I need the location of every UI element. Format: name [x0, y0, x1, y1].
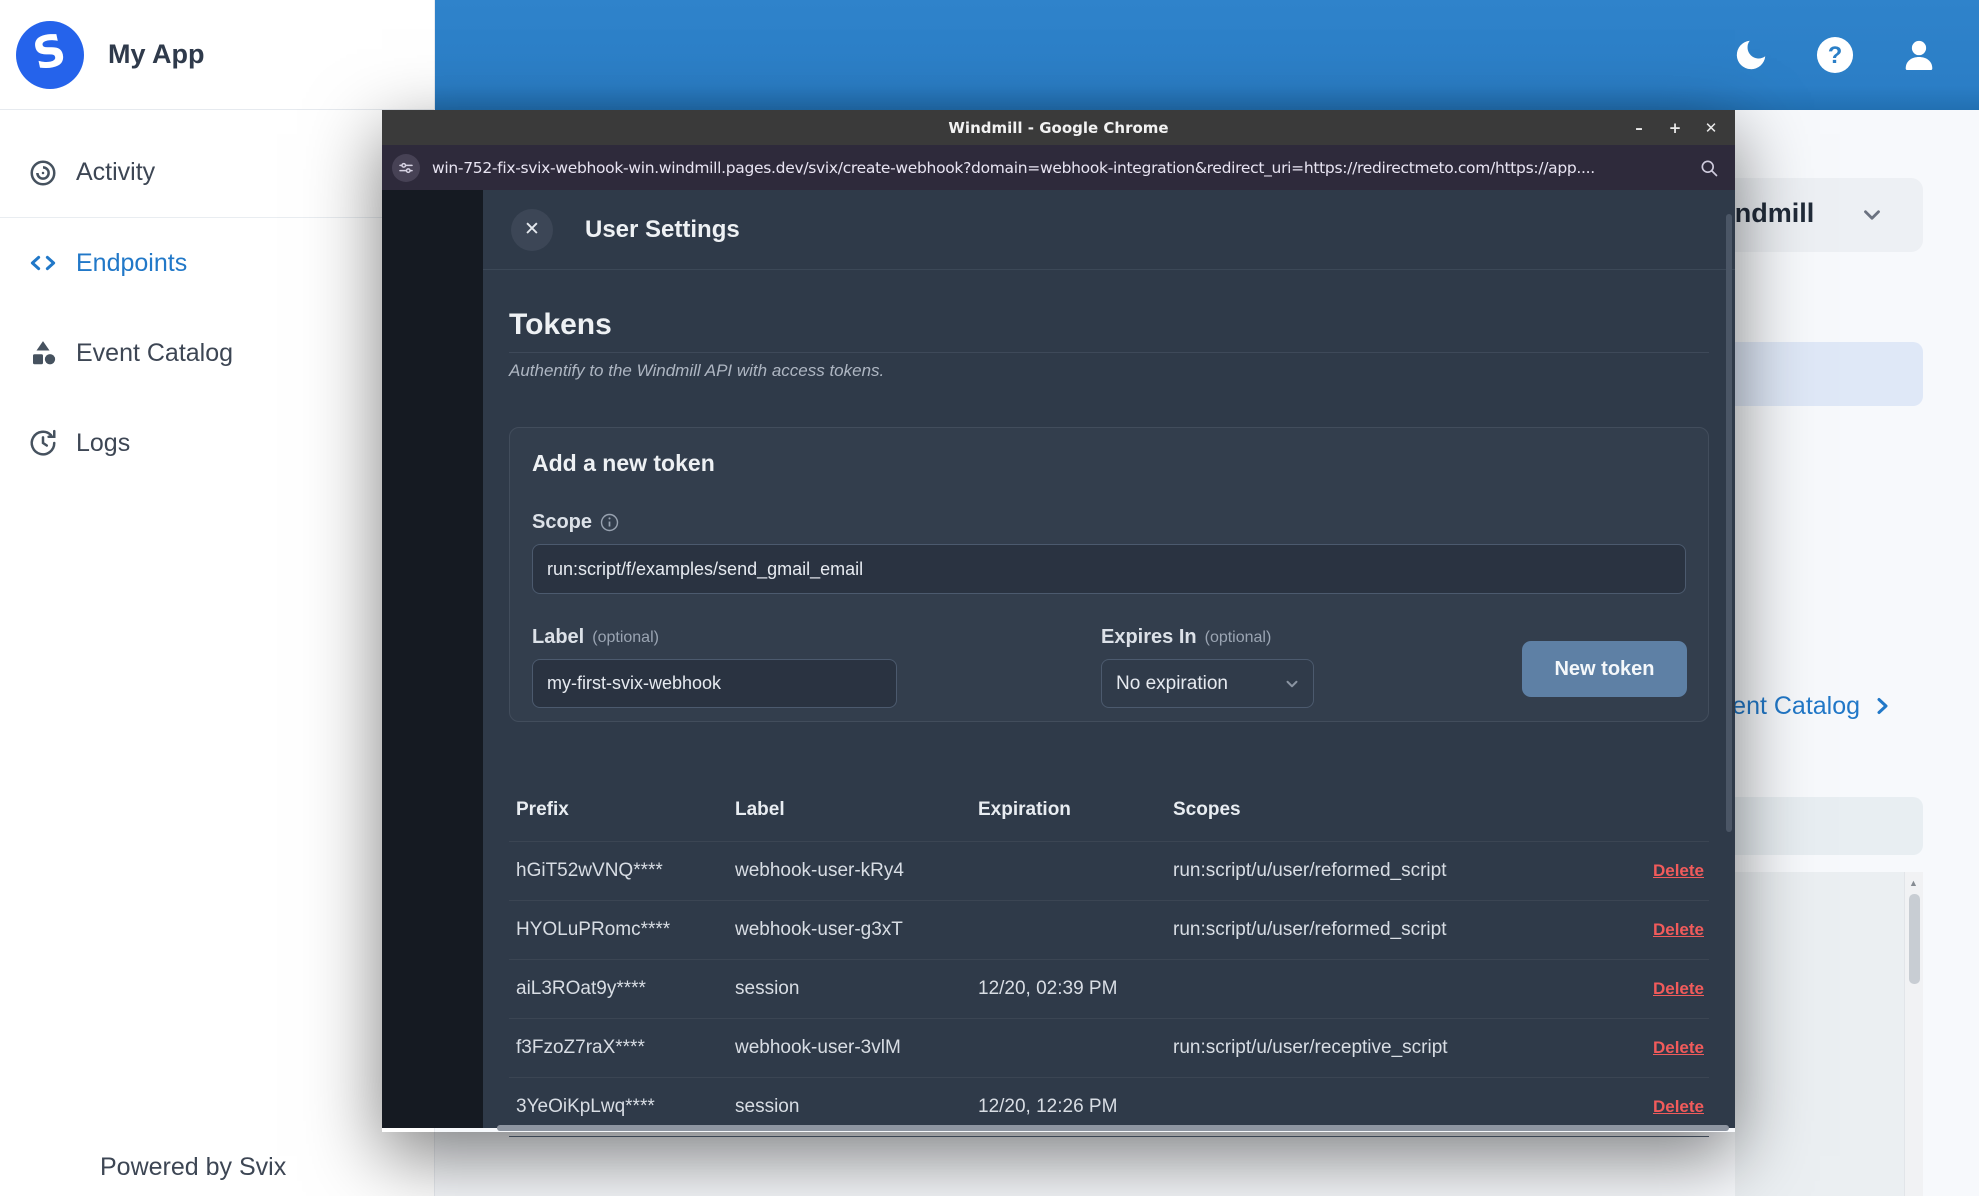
sidebar-item-label: Logs [76, 428, 131, 457]
table-row: hGiT52wVNQ**** webhook-user-kRy4 run:scr… [509, 842, 1709, 901]
token-scopes: run:script/u/user/receptive_script [1173, 1037, 1448, 1058]
delete-token-link[interactable]: Delete [1653, 920, 1704, 940]
minimize-button[interactable]: – [1631, 119, 1647, 137]
label-label: Label (optional) [532, 626, 659, 648]
col-header-scopes: Scopes [1173, 799, 1241, 820]
window-titlebar[interactable]: Windmill - Google Chrome – + ✕ [382, 110, 1735, 145]
window-content: ✕ User Settings Tokens Authentify to the… [382, 190, 1735, 1137]
scrollbar-up-arrow-icon[interactable]: ▲ [1909, 878, 1918, 888]
tokens-heading: Tokens [509, 308, 1709, 353]
activity-icon [30, 160, 56, 185]
token-prefix: HYOLuPRomc**** [516, 919, 671, 940]
tokens-table: Prefix Label Expiration Scopes hGiT52wVN… [509, 779, 1709, 1137]
page-behind-modal [382, 190, 483, 1128]
maximize-button[interactable]: + [1667, 119, 1683, 137]
token-prefix: hGiT52wVNQ**** [516, 860, 663, 881]
sidebar-item-endpoints[interactable]: Endpoints [0, 218, 434, 308]
expires-optional: (optional) [1204, 628, 1272, 646]
sidebar-header: S My App [0, 0, 434, 110]
scrollbar-thumb[interactable] [1909, 894, 1920, 984]
scope-label: Scope [532, 511, 1686, 534]
expires-in-value: No expiration [1116, 672, 1228, 694]
table-row: HYOLuPRomc**** webhook-user-g3xT run:scr… [509, 901, 1709, 960]
close-window-button[interactable]: ✕ [1703, 119, 1719, 137]
sidebar-item-label: Activity [76, 158, 156, 186]
delete-token-link[interactable]: Delete [1653, 861, 1704, 881]
close-icon: ✕ [524, 219, 540, 240]
table-row: f3FzoZ7raX**** webhook-user-3vlM run:scr… [509, 1019, 1709, 1078]
add-token-panel: Add a new token Scope Label [509, 427, 1709, 722]
site-settings-icon[interactable] [392, 153, 420, 182]
info-icon[interactable] [600, 513, 619, 532]
close-modal-button[interactable]: ✕ [511, 208, 553, 251]
token-label: session [735, 978, 800, 999]
token-label: session [735, 1096, 800, 1117]
new-token-button[interactable]: New token [1522, 641, 1687, 697]
label-optional: (optional) [592, 628, 659, 646]
token-label: webhook-user-3vlM [735, 1037, 901, 1058]
chrome-window: Windmill - Google Chrome – + ✕ win-752-f… [382, 110, 1735, 1137]
chevron-right-icon [1877, 698, 1888, 714]
chevron-down-icon [1859, 202, 1885, 228]
url-text[interactable]: win-752-fix-svix-webhook-win.windmill.pa… [432, 159, 1687, 177]
svg-text:?: ? [1828, 42, 1843, 69]
help-icon[interactable]: ? [1815, 35, 1855, 75]
token-expiration: 12/20, 12:26 PM [978, 1096, 1118, 1117]
token-label: webhook-user-kRy4 [735, 860, 904, 881]
user-settings-modal: ✕ User Settings Tokens Authentify to the… [483, 190, 1735, 1137]
endpoints-icon [30, 255, 56, 271]
tokens-subtitle: Authentify to the Windmill API with acce… [509, 361, 885, 380]
sidebar-nav: Activity Endpoints Event Catalog Logs [0, 128, 434, 488]
app-sidebar: S My App Activity Endpoints Event Catalo… [0, 0, 435, 1196]
url-bar[interactable]: win-752-fix-svix-webhook-win.windmill.pa… [382, 145, 1735, 190]
expires-in-label: Expires In (optional) [1101, 626, 1272, 648]
zoom-search-icon[interactable] [1699, 158, 1719, 178]
add-token-heading: Add a new token [532, 450, 715, 476]
dark-mode-moon-icon[interactable] [1731, 35, 1771, 75]
token-prefix: 3YeOiKpLwq**** [516, 1096, 655, 1117]
table-header-row: Prefix Label Expiration Scopes [509, 779, 1709, 842]
col-header-expiration: Expiration [978, 799, 1071, 820]
token-expiration: 12/20, 02:39 PM [978, 978, 1118, 999]
scope-input[interactable] [532, 544, 1686, 594]
token-scopes: run:script/u/user/reformed_script [1173, 860, 1447, 881]
table-row: aiL3ROat9y**** session 12/20, 02:39 PM D… [509, 960, 1709, 1019]
sidebar-item-label: Event Catalog [76, 338, 234, 367]
col-header-prefix: Prefix [516, 799, 569, 820]
svix-logo: S [16, 20, 84, 89]
powered-by-svix: Powered by Svix [100, 1153, 287, 1181]
modal-header: ✕ User Settings [483, 190, 1735, 270]
window-controls: – + ✕ [1631, 110, 1719, 145]
delete-token-link[interactable]: Delete [1653, 979, 1704, 999]
expires-in-select[interactable]: No expiration [1101, 659, 1314, 708]
token-prefix: aiL3ROat9y**** [516, 978, 646, 999]
app-topbar: ? [435, 0, 1979, 110]
delete-token-link[interactable]: Delete [1653, 1038, 1704, 1058]
screen: ? Windmill Event Catalog ▲ S My App Acti… [0, 0, 1979, 1196]
modal-body: Tokens Authentify to the Windmill API wi… [483, 270, 1735, 1137]
logs-icon [30, 429, 56, 456]
window-horizontal-scrollbar[interactable] [497, 1125, 1729, 1131]
sidebar-item-event-catalog[interactable]: Event Catalog [0, 308, 434, 398]
window-title: Windmill - Google Chrome [948, 118, 1169, 137]
modal-scrollbar-thumb[interactable] [1726, 214, 1732, 832]
sidebar-item-activity[interactable]: Activity [0, 128, 434, 218]
event-catalog-icon [33, 341, 56, 365]
sidebar-item-logs[interactable]: Logs [0, 398, 434, 488]
col-header-label: Label [735, 799, 785, 820]
modal-title: User Settings [585, 215, 740, 243]
chevron-down-icon [1286, 680, 1298, 687]
token-scopes: run:script/u/user/reformed_script [1173, 919, 1447, 940]
label-input[interactable] [532, 659, 897, 708]
user-icon[interactable] [1899, 35, 1939, 75]
token-prefix: f3FzoZ7raX**** [516, 1037, 645, 1058]
app-name: My App [108, 39, 205, 69]
background-content-panel: ▲ [1735, 872, 1923, 1196]
sidebar-item-label: Endpoints [76, 248, 188, 277]
delete-token-link[interactable]: Delete [1653, 1097, 1704, 1117]
background-scrollbar[interactable]: ▲ [1904, 872, 1923, 1196]
token-label: webhook-user-g3xT [735, 919, 903, 940]
